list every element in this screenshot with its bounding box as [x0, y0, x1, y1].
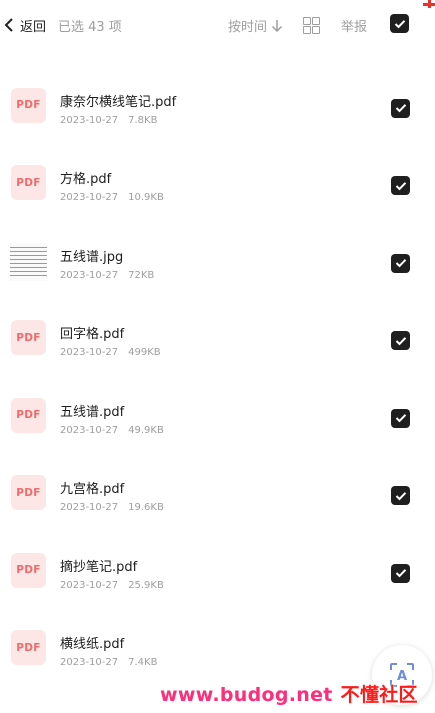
file-name: 五线谱.pdf	[60, 404, 125, 420]
file-meta: 2023-10-27 25.9KB	[60, 580, 164, 591]
file-size: 25.9KB	[128, 579, 164, 591]
checkbox-icon	[391, 563, 410, 583]
file-size: 49.9KB	[128, 424, 164, 436]
back-button[interactable]: 返回	[4, 14, 46, 36]
selected-count: 已选 43 项	[58, 20, 122, 35]
sort-label: 按时间	[228, 20, 268, 35]
pdf-file-icon: PDF	[11, 397, 46, 433]
watermark-site: www.budog.net	[160, 684, 333, 706]
file-row[interactable]: PDF 横线纸.pdf 2023-10-27 7.4KB	[0, 608, 435, 685]
file-date: 2023-10-27	[60, 579, 119, 591]
file-meta: 2023-10-27 7.8KB	[60, 115, 157, 126]
pdf-file-icon: PDF	[11, 320, 46, 355]
file-meta: 2023-10-27 49.9KB	[60, 425, 164, 436]
checkbox-icon	[391, 253, 410, 273]
file-checkbox[interactable]	[391, 253, 410, 273]
file-size: 19.6KB	[128, 502, 164, 513]
checkbox-icon	[391, 408, 410, 428]
file-checkbox[interactable]	[391, 98, 410, 118]
file-name: 横线纸.pdf	[60, 637, 125, 652]
file-date: 2023-10-27	[60, 502, 119, 513]
image-thumbnail-icon	[10, 242, 47, 281]
file-name: 方格.pdf	[60, 172, 112, 187]
file-meta: 2023-10-27 7.4KB	[60, 657, 157, 668]
watermark-name: 不懂社区	[340, 684, 418, 706]
file-date: 2023-10-27	[60, 269, 119, 281]
back-label: 返回	[20, 19, 47, 35]
file-name: 五线谱.jpg	[60, 249, 124, 265]
top-bar: 返回 已选 43 项 按时间 举报	[0, 0, 435, 50]
file-size: 7.8KB	[128, 114, 158, 126]
checkbox-icon	[391, 98, 410, 118]
file-row[interactable]: PDF 五线谱.pdf 2023-10-27 49.9KB	[0, 376, 435, 453]
checkbox-icon	[391, 331, 410, 350]
file-checkbox[interactable]	[391, 331, 410, 350]
file-date: 2023-10-27	[60, 424, 119, 436]
pdf-file-icon: PDF	[11, 475, 46, 510]
sort-by-time-button[interactable]: 按时间	[228, 16, 283, 35]
file-checkbox[interactable]	[391, 408, 410, 428]
watermark: www.budog.net 不懂社区	[160, 680, 418, 707]
file-date: 2023-10-27	[60, 347, 119, 358]
file-checkbox[interactable]	[391, 563, 410, 583]
file-meta: 2023-10-27 19.6KB	[60, 502, 164, 513]
pdf-file-icon: PDF	[11, 552, 46, 588]
report-button[interactable]: 举报	[341, 16, 367, 35]
file-row[interactable]: PDF 方格.pdf 2023-10-27 10.9KB	[0, 143, 435, 220]
file-row[interactable]: 五线谱.jpg 2023-10-27 72KB	[0, 221, 435, 298]
file-size: 72KB	[128, 269, 155, 281]
file-name: 摘抄笔记.pdf	[60, 559, 138, 575]
file-row[interactable]: PDF 摘抄笔记.pdf 2023-10-27 25.9KB	[0, 531, 435, 608]
corner-plus-icon	[423, 0, 435, 10]
file-row[interactable]: PDF 康奈尔横线笔记.pdf 2023-10-27 7.8KB	[0, 66, 435, 143]
checkbox-icon	[390, 14, 409, 33]
sort-arrow-icon	[271, 19, 283, 32]
file-date: 2023-10-27	[60, 192, 119, 203]
pdf-file-icon: PDF	[11, 165, 46, 200]
file-meta: 2023-10-27 10.9KB	[60, 192, 164, 203]
file-name: 九宫格.pdf	[60, 482, 125, 497]
file-checkbox[interactable]	[391, 176, 410, 195]
file-name: 康奈尔横线笔记.pdf	[60, 94, 177, 110]
file-meta: 2023-10-27 499KB	[60, 347, 161, 358]
checkbox-icon	[391, 176, 410, 195]
file-checkbox[interactable]	[391, 486, 410, 505]
grid-view-icon[interactable]	[303, 17, 320, 34]
pdf-file-icon: PDF	[11, 630, 46, 665]
file-list: PDF2023-10-27109.5KBPDF康奈尔横线笔记.pdf2023-1…	[0, 0, 435, 713]
file-date: 2023-10-27	[60, 114, 119, 126]
file-size: 499KB	[128, 347, 161, 358]
file-row[interactable]: PDF 九宫格.pdf 2023-10-27 19.6KB	[0, 453, 435, 530]
file-meta: 2023-10-27 72KB	[60, 270, 154, 281]
checkbox-icon	[391, 486, 410, 505]
pdf-file-icon: PDF	[11, 87, 46, 123]
file-row[interactable]: PDF 回字格.pdf 2023-10-27 499KB	[0, 298, 435, 375]
file-name: 回字格.pdf	[60, 327, 125, 342]
select-all-checkbox[interactable]	[390, 14, 409, 33]
back-chevron-icon	[4, 18, 13, 32]
file-size: 7.4KB	[128, 657, 158, 668]
file-size: 10.9KB	[128, 192, 164, 203]
file-date: 2023-10-27	[60, 657, 119, 668]
